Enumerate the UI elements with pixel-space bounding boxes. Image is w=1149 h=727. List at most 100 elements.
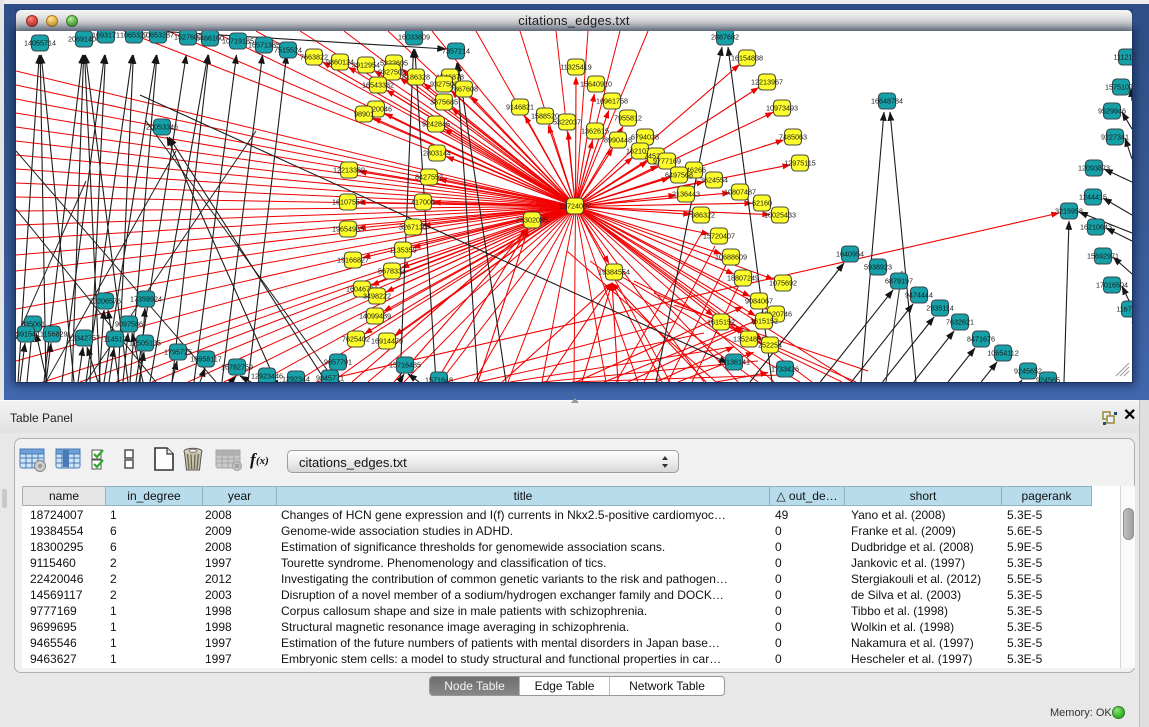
svg-text:9474444: 9474444 — [905, 291, 933, 300]
svg-text:1167531: 1167531 — [1116, 305, 1132, 314]
svg-text:15692971: 15692971 — [1087, 252, 1119, 261]
svg-text:10807487: 10807487 — [724, 188, 756, 197]
svg-text:20206576: 20206576 — [89, 297, 121, 306]
svg-text:1362615: 1362615 — [581, 127, 609, 136]
svg-text:8427552: 8427552 — [415, 173, 443, 182]
svg-text:16782759: 16782759 — [221, 363, 253, 372]
svg-text:10653287: 10653287 — [142, 31, 174, 40]
svg-text:16107553: 16107553 — [332, 198, 364, 207]
svg-text:10025433: 10025433 — [764, 211, 796, 220]
svg-text:14099489: 14099489 — [359, 312, 391, 321]
svg-text:7986322: 7986322 — [687, 211, 715, 220]
svg-text:8186328: 8186328 — [402, 73, 430, 82]
svg-text:3215958: 3215958 — [1055, 207, 1083, 216]
svg-text:12342757: 12342757 — [68, 334, 100, 343]
svg-text:9860124: 9860124 — [326, 58, 354, 67]
svg-text:19166827: 19166827 — [337, 256, 369, 265]
svg-text:3624554: 3624554 — [700, 176, 728, 185]
svg-text:98901: 98901 — [354, 110, 374, 119]
svg-text:252254: 252254 — [758, 341, 782, 350]
svg-text:12505135: 12505135 — [129, 339, 161, 348]
svg-text:11325419: 11325419 — [560, 63, 591, 72]
svg-text:9529946: 9529946 — [1098, 107, 1126, 116]
svg-text:3498222: 3498222 — [363, 292, 391, 301]
svg-text:3875685: 3875685 — [430, 98, 458, 107]
svg-text:2136443: 2136443 — [672, 190, 700, 199]
svg-text:7625402: 7625402 — [342, 335, 370, 344]
svg-text:9097586: 9097586 — [115, 320, 143, 329]
svg-text:9146821: 9146821 — [506, 103, 534, 112]
svg-text:62160: 62160 — [752, 199, 772, 208]
svg-text:7955812: 7955812 — [614, 114, 642, 123]
svg-text:1640954: 1640954 — [836, 250, 864, 259]
svg-text:1733426: 1733426 — [771, 365, 799, 374]
svg-text:18724007: 18724007 — [559, 202, 591, 211]
svg-text:2867608: 2867608 — [450, 85, 478, 94]
svg-text:20053346: 20053346 — [146, 123, 178, 132]
svg-text:10958117: 10958117 — [190, 355, 221, 364]
svg-text:3267130: 3267130 — [399, 223, 427, 232]
svg-text:1615152: 1615152 — [750, 317, 778, 326]
svg-text:9857791: 9857791 — [324, 358, 352, 367]
svg-text:417006: 417006 — [411, 198, 435, 207]
svg-text:7515524: 7515524 — [274, 46, 302, 55]
svg-text:2887682: 2887682 — [711, 33, 739, 42]
svg-text:6879197: 6879197 — [885, 277, 913, 286]
svg-text:15720407: 15720407 — [703, 232, 735, 241]
svg-text:10688609: 10688609 — [715, 253, 747, 262]
svg-text:(x): (x) — [256, 455, 269, 467]
svg-text:18807249: 18807249 — [727, 274, 759, 283]
svg-text:924565: 924565 — [1036, 376, 1060, 383]
svg-text:7357214: 7357214 — [442, 47, 470, 56]
svg-text:12213967: 12213967 — [751, 78, 783, 87]
svg-text:114519: 114519 — [103, 335, 126, 344]
svg-text:1571648: 1571648 — [425, 376, 453, 383]
svg-text:12923446: 12923446 — [251, 372, 283, 381]
svg-text:1615152: 1615152 — [707, 318, 735, 327]
svg-text:1075692: 1075692 — [769, 279, 797, 288]
svg-text:8990448: 8990448 — [604, 136, 632, 145]
svg-text:9777169: 9777169 — [653, 157, 681, 166]
svg-text:1244415: 1244415 — [1079, 193, 1107, 202]
svg-text:16210643: 16210643 — [1080, 223, 1112, 232]
svg-text:15640910: 15640910 — [580, 80, 612, 89]
svg-text:1112131: 1112131 — [1114, 53, 1132, 62]
svg-text:1292344: 1292344 — [282, 375, 310, 383]
svg-text:2803144: 2803144 — [423, 149, 451, 158]
svg-text:15136141: 15136141 — [718, 358, 750, 367]
svg-text:19384554: 19384554 — [598, 268, 630, 277]
svg-text:7632621: 7632621 — [946, 318, 974, 327]
svg-text:9245652: 9245652 — [1014, 367, 1042, 376]
svg-text:12213369: 12213369 — [333, 166, 365, 175]
svg-text:9084067: 9084067 — [745, 297, 773, 306]
svg-text:7485063: 7485063 — [779, 133, 807, 142]
svg-text:7663822: 7663822 — [300, 53, 328, 62]
svg-text:16648784: 16648784 — [871, 97, 903, 106]
svg-text:16961758: 16961758 — [596, 97, 628, 106]
svg-text:10654112: 10654112 — [987, 349, 1018, 358]
svg-text:25302035: 25302035 — [516, 216, 548, 225]
svg-text:16914479: 16914479 — [371, 337, 403, 346]
svg-text:17016504: 17016504 — [1096, 281, 1128, 290]
svg-text:15716485: 15716485 — [389, 361, 421, 370]
svg-text:6466160: 6466160 — [196, 34, 224, 43]
svg-text:15751074: 15751074 — [1105, 83, 1132, 92]
svg-text:17359924: 17359924 — [130, 295, 162, 304]
svg-text:16154838: 16154838 — [731, 54, 763, 63]
svg-text:6794028: 6794028 — [631, 133, 659, 142]
svg-text:2935114: 2935114 — [926, 304, 953, 313]
svg-text:5938923: 5938923 — [864, 263, 892, 272]
svg-text:39154: 39154 — [16, 330, 36, 339]
svg-text:16543382: 16543382 — [362, 81, 394, 90]
svg-text:12093873: 12093873 — [1078, 164, 1110, 173]
svg-text:9845771: 9845771 — [316, 374, 344, 383]
svg-text:3912954: 3912954 — [352, 61, 380, 70]
svg-text:5322037: 5322037 — [553, 118, 581, 127]
svg-text:8471676: 8471676 — [967, 335, 995, 344]
svg-text:6497568: 6497568 — [665, 171, 693, 180]
svg-text:1135359: 1135359 — [389, 246, 416, 255]
svg-text:11156829: 11156829 — [37, 330, 68, 339]
svg-text:19654933: 19654933 — [332, 225, 364, 234]
svg-text:1693171: 1693171 — [92, 31, 120, 40]
svg-text:9227341: 9227341 — [1101, 133, 1129, 142]
